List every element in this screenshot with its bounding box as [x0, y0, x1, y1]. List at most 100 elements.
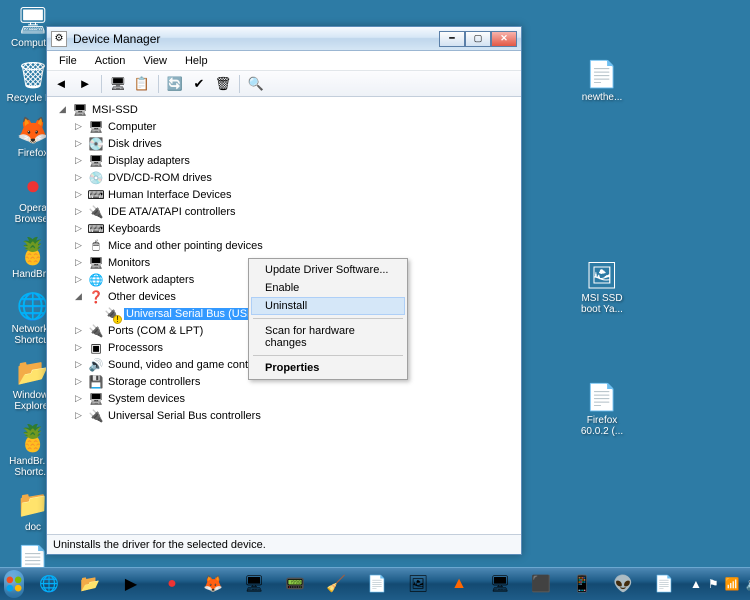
- maximize-button[interactable]: ▢: [465, 31, 491, 47]
- tree-label: System devices: [108, 393, 185, 405]
- tree-label: MSI-SSD: [92, 104, 138, 116]
- tree-item[interactable]: ▷🖥Display adapters: [49, 152, 519, 169]
- tree-label: Human Interface Devices: [108, 189, 232, 201]
- expand-icon[interactable]: ▷: [73, 359, 84, 370]
- tree-label: Network adapters: [108, 274, 194, 286]
- taskbar-wmp[interactable]: ▶: [111, 571, 151, 597]
- context-menu-properties[interactable]: Properties: [251, 359, 405, 377]
- tree-root[interactable]: ◢ 🖥 MSI-SSD: [49, 101, 519, 118]
- expand-icon[interactable]: ▷: [73, 121, 84, 132]
- forward-button[interactable]: ►: [75, 74, 95, 94]
- tree-item[interactable]: ▷💽Disk drives: [49, 135, 519, 152]
- expand-placeholder: [89, 308, 100, 319]
- expand-icon[interactable]: ▷: [73, 155, 84, 166]
- desktop-icon-msi-ssd[interactable]: 🖼 MSI SSD boot Ya...: [572, 257, 632, 317]
- expand-icon[interactable]: ▷: [73, 376, 84, 387]
- desktop-icon-label: Firefox 60.0.2 (...: [574, 415, 630, 437]
- taskbar-vlc[interactable]: ▲: [439, 571, 479, 597]
- update-driver-button[interactable]: 🔄: [165, 74, 185, 94]
- close-button[interactable]: ✕: [491, 31, 517, 47]
- desktop-icon-label: MSI SSD boot Ya...: [574, 293, 630, 315]
- enable-button[interactable]: ✔: [189, 74, 209, 94]
- expand-icon[interactable]: ▷: [73, 342, 84, 353]
- collapse-icon[interactable]: ◢: [73, 291, 84, 302]
- menu-help[interactable]: Help: [177, 53, 216, 69]
- desktop-icon-label: doc: [25, 522, 41, 533]
- minimize-button[interactable]: ━: [439, 31, 465, 47]
- tree-item[interactable]: ▷💿DVD/CD-ROM drives: [49, 169, 519, 186]
- collapse-icon[interactable]: ◢: [57, 104, 68, 115]
- tree-label: DVD/CD-ROM drives: [108, 172, 212, 184]
- app-icon: ⚙: [51, 31, 67, 47]
- context-menu-scan[interactable]: Scan for hardware changes: [251, 322, 405, 352]
- titlebar[interactable]: ⚙ Device Manager ━ ▢ ✕: [47, 27, 521, 51]
- tree-item[interactable]: ▷🔌IDE ATA/ATAPI controllers: [49, 203, 519, 220]
- device-icon: 🔌: [88, 204, 104, 220]
- expand-icon[interactable]: ▷: [73, 189, 84, 200]
- tray-chevron-icon[interactable]: ▲: [690, 577, 702, 591]
- expand-icon[interactable]: ▷: [73, 257, 84, 268]
- show-devices-button[interactable]: 🖥: [108, 74, 128, 94]
- desktop-icon-firefox-installer[interactable]: 📄 Firefox 60.0.2 (...: [572, 379, 632, 439]
- tray-network-icon[interactable]: 📶: [725, 577, 740, 591]
- taskbar-opera[interactable]: ●: [152, 571, 192, 597]
- tree-item[interactable]: ▷🔌Universal Serial Bus controllers: [49, 407, 519, 424]
- tree-item[interactable]: ▷🖥Computer: [49, 118, 519, 135]
- taskbar-firefox[interactable]: 🦊: [193, 571, 233, 597]
- tree-item[interactable]: ▷⌨Human Interface Devices: [49, 186, 519, 203]
- tree-item[interactable]: ▷🖱Mice and other pointing devices: [49, 237, 519, 254]
- window-title: Device Manager: [73, 32, 433, 46]
- properties-button[interactable]: 📋: [132, 74, 152, 94]
- tree-item[interactable]: ▷⌨Keyboards: [49, 220, 519, 237]
- tree-label: Processors: [108, 342, 163, 354]
- taskbar-app[interactable]: 📱: [562, 571, 602, 597]
- back-button[interactable]: ◄: [51, 74, 71, 94]
- menu-action[interactable]: Action: [87, 53, 134, 69]
- taskbar: 🌐 📂 ▶ ● 🦊 🖥 📟 🧹 📄 🖼 ▲ 🖥 ⬛ 📱 👽 📄 ▲ ⚑ 📶 🔊 …: [0, 567, 750, 600]
- expand-icon[interactable]: ▷: [73, 410, 84, 421]
- device-icon: 🔊: [88, 357, 104, 373]
- menu-view[interactable]: View: [135, 53, 175, 69]
- tree-label: Storage controllers: [108, 376, 200, 388]
- taskbar-app[interactable]: 🖼: [398, 571, 438, 597]
- expand-icon[interactable]: ▷: [73, 240, 84, 251]
- expand-icon[interactable]: ▷: [73, 393, 84, 404]
- start-button[interactable]: [4, 570, 24, 598]
- taskbar-app[interactable]: 👽: [603, 571, 643, 597]
- warning-device-icon: 🔌!: [104, 306, 120, 322]
- taskbar-app[interactable]: ⬛: [521, 571, 561, 597]
- taskbar-app[interactable]: 🖥: [234, 571, 274, 597]
- expand-icon[interactable]: ▷: [73, 206, 84, 217]
- expand-icon[interactable]: ▷: [73, 138, 84, 149]
- taskbar-ie[interactable]: 🌐: [29, 571, 69, 597]
- tray-flag-icon[interactable]: ⚑: [708, 577, 719, 591]
- device-icon: 🌐: [88, 272, 104, 288]
- menu-file[interactable]: File: [51, 53, 85, 69]
- device-icon: ⌨: [88, 221, 104, 237]
- tree-label: Universal Serial Bus controllers: [108, 410, 261, 422]
- context-menu-enable[interactable]: Enable: [251, 279, 405, 297]
- menubar: File Action View Help: [47, 51, 521, 71]
- taskbar-app[interactable]: 📄: [644, 571, 684, 597]
- device-icon: 🖥: [88, 391, 104, 407]
- taskbar-app[interactable]: 📟: [275, 571, 315, 597]
- status-text: Uninstalls the driver for the selected d…: [53, 539, 266, 551]
- tree-label: Monitors: [108, 257, 150, 269]
- tree-label: Display adapters: [108, 155, 190, 167]
- uninstall-button[interactable]: 🗑: [213, 74, 233, 94]
- tray-volume-icon[interactable]: 🔊: [746, 577, 750, 591]
- context-menu-uninstall[interactable]: Uninstall: [251, 297, 405, 315]
- taskbar-ccleaner[interactable]: 🧹: [316, 571, 356, 597]
- expand-icon[interactable]: ▷: [73, 223, 84, 234]
- tree-item[interactable]: ▷ 🖥 System devices: [49, 390, 519, 407]
- taskbar-app[interactable]: 🖥: [480, 571, 520, 597]
- expand-icon[interactable]: ▷: [73, 172, 84, 183]
- taskbar-explorer[interactable]: 📂: [70, 571, 110, 597]
- desktop-icon-newtheme[interactable]: 📄 newthe...: [580, 56, 625, 105]
- expand-icon[interactable]: ▷: [73, 325, 84, 336]
- context-menu-update-driver[interactable]: Update Driver Software...: [251, 261, 405, 279]
- taskbar-app[interactable]: 📄: [357, 571, 397, 597]
- device-icon: 💾: [88, 374, 104, 390]
- expand-icon[interactable]: ▷: [73, 274, 84, 285]
- scan-hardware-button[interactable]: 🔍: [246, 74, 266, 94]
